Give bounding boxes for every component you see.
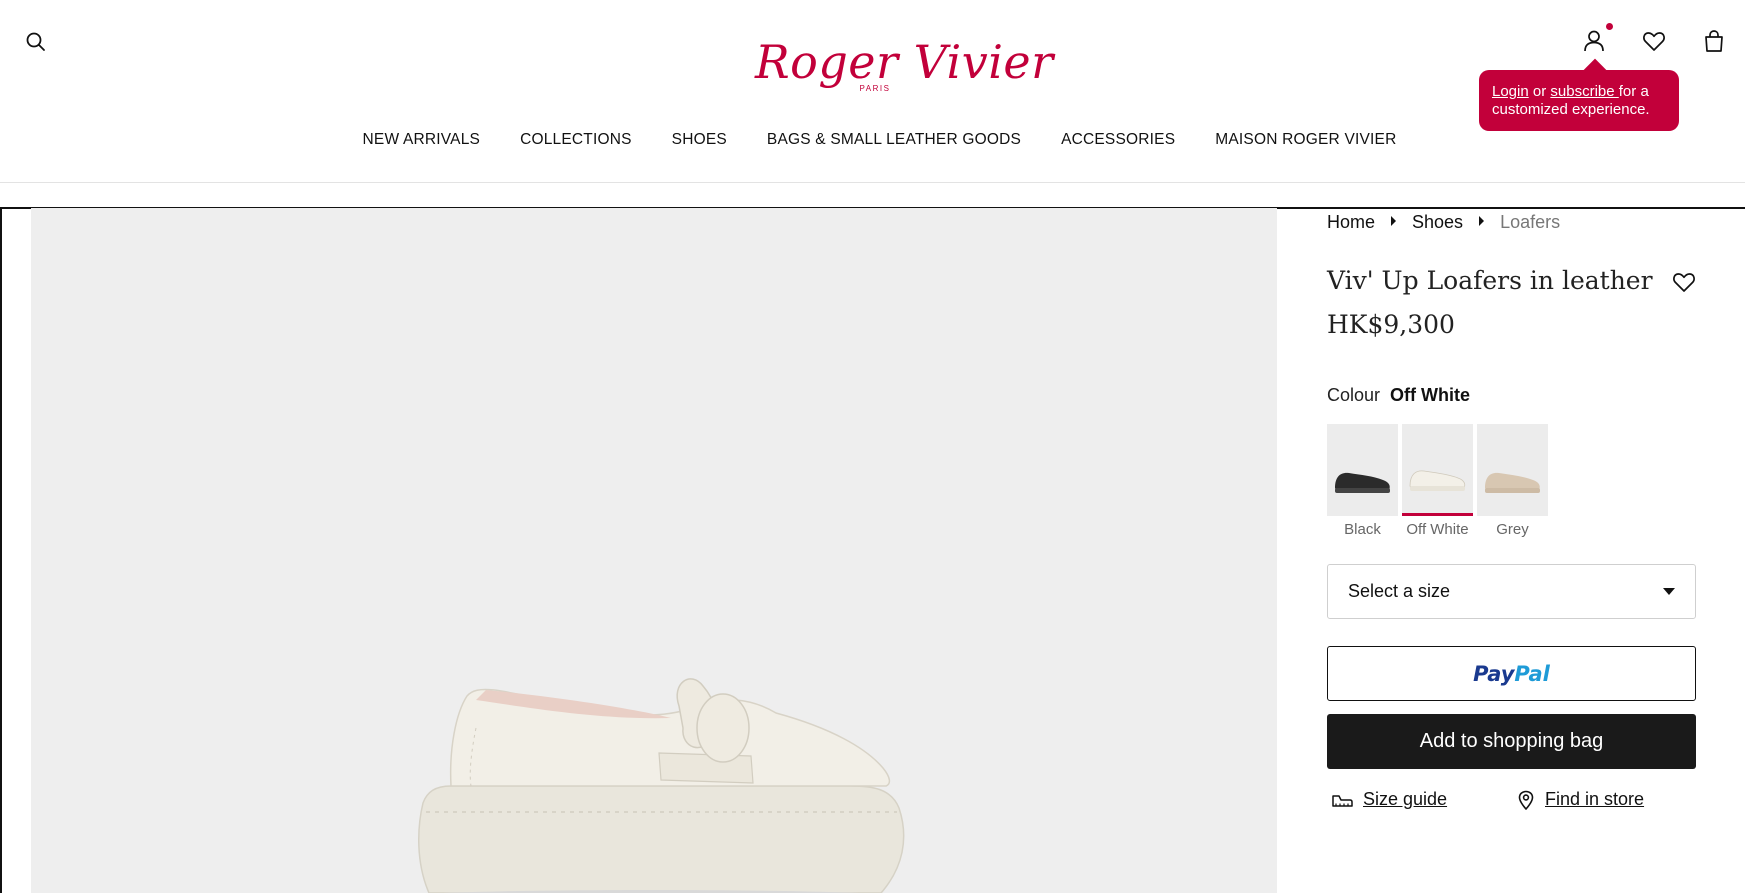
- nav-item-shoes[interactable]: SHOES: [672, 131, 727, 149]
- login-tooltip: Login or subscribe for a customized expe…: [1479, 70, 1679, 131]
- nav-item-accessories[interactable]: ACCESSORIES: [1061, 131, 1175, 149]
- main-nav: NEW ARRIVALS COLLECTIONS SHOES BAGS & SM…: [0, 131, 1745, 149]
- title-row: Viv' Up Loafers in leather: [1327, 265, 1697, 297]
- breadcrumb-separator-icon: [1391, 216, 1397, 226]
- swatch-grey[interactable]: Grey: [1477, 424, 1548, 538]
- breadcrumb-shoes[interactable]: Shoes: [1412, 212, 1463, 233]
- search-icon[interactable]: [24, 30, 48, 54]
- colour-value: Off White: [1390, 385, 1471, 405]
- shopping-bag-icon[interactable]: [1701, 28, 1727, 54]
- swatch-thumbnail: [1477, 424, 1548, 516]
- header-icons: [1581, 23, 1727, 54]
- add-to-bag-button[interactable]: Add to shopping bag: [1327, 714, 1696, 769]
- colour-row: Colour Off White: [1327, 385, 1697, 406]
- colour-swatches: Black Off White Grey: [1327, 424, 1697, 538]
- logo-wordmark: Roger Vivier: [755, 35, 1054, 89]
- ruler-shoe-icon: [1332, 794, 1353, 807]
- user-icon[interactable]: [1581, 23, 1613, 54]
- nav-item-collections[interactable]: COLLECTIONS: [520, 131, 632, 149]
- caret-down-icon: [1663, 588, 1675, 595]
- swatch-label: Off White: [1406, 521, 1469, 538]
- size-guide-link[interactable]: Size guide: [1327, 789, 1517, 810]
- product-title: Viv' Up Loafers in leather: [1327, 266, 1653, 295]
- brand-logo[interactable]: Roger Vivier PARIS: [755, 35, 1054, 96]
- login-link[interactable]: Login: [1492, 83, 1529, 100]
- nav-item-bags[interactable]: BAGS & SMALL LEATHER GOODS: [767, 131, 1021, 149]
- wishlist-heart-icon[interactable]: [1671, 269, 1697, 295]
- swatch-black[interactable]: Black: [1327, 424, 1398, 538]
- breadcrumb-separator-icon: [1479, 216, 1485, 226]
- tooltip-or-text: or: [1528, 83, 1551, 100]
- swatch-label: Black: [1344, 521, 1381, 538]
- notification-dot: [1606, 23, 1613, 30]
- nav-item-new-arrivals[interactable]: NEW ARRIVALS: [363, 131, 481, 149]
- subscribe-link[interactable]: subscribe: [1550, 83, 1618, 100]
- paypal-logo-part-2: Pal: [1514, 661, 1550, 686]
- product-image[interactable]: [31, 208, 1277, 893]
- site-header: Roger Vivier PARIS Login or subscribe fo…: [0, 0, 1745, 183]
- breadcrumb-current: Loafers: [1500, 212, 1561, 232]
- swatch-thumbnail: [1327, 424, 1398, 516]
- size-select-placeholder: Select a size: [1348, 581, 1451, 601]
- find-in-store-link[interactable]: Find in store: [1517, 789, 1644, 810]
- find-in-store-label: Find in store: [1545, 789, 1645, 809]
- size-select[interactable]: Select a size: [1327, 564, 1696, 619]
- swatch-thumbnail: [1402, 424, 1473, 516]
- swatch-off-white[interactable]: Off White: [1402, 424, 1473, 538]
- location-pin-icon: [1518, 790, 1534, 810]
- paypal-logo-part-1: Pay: [1473, 661, 1515, 686]
- colour-label: Colour: [1327, 385, 1381, 405]
- breadcrumb: Home Shoes Loafers: [1327, 212, 1697, 233]
- paypal-button[interactable]: PayPal: [1327, 646, 1696, 701]
- product-price: HK$9,300: [1327, 310, 1455, 339]
- size-guide-label: Size guide: [1363, 789, 1448, 809]
- paypal-logo: PayPal: [1473, 662, 1550, 686]
- swatch-label: Grey: [1496, 521, 1529, 538]
- nav-item-maison[interactable]: MAISON ROGER VIVIER: [1215, 131, 1396, 149]
- heart-icon[interactable]: [1641, 28, 1667, 54]
- breadcrumb-home[interactable]: Home: [1327, 212, 1375, 233]
- product-links: Size guide Find in store: [1327, 789, 1697, 810]
- product-info-panel: Home Shoes Loafers Viv' Up Loafers in le…: [1327, 208, 1697, 810]
